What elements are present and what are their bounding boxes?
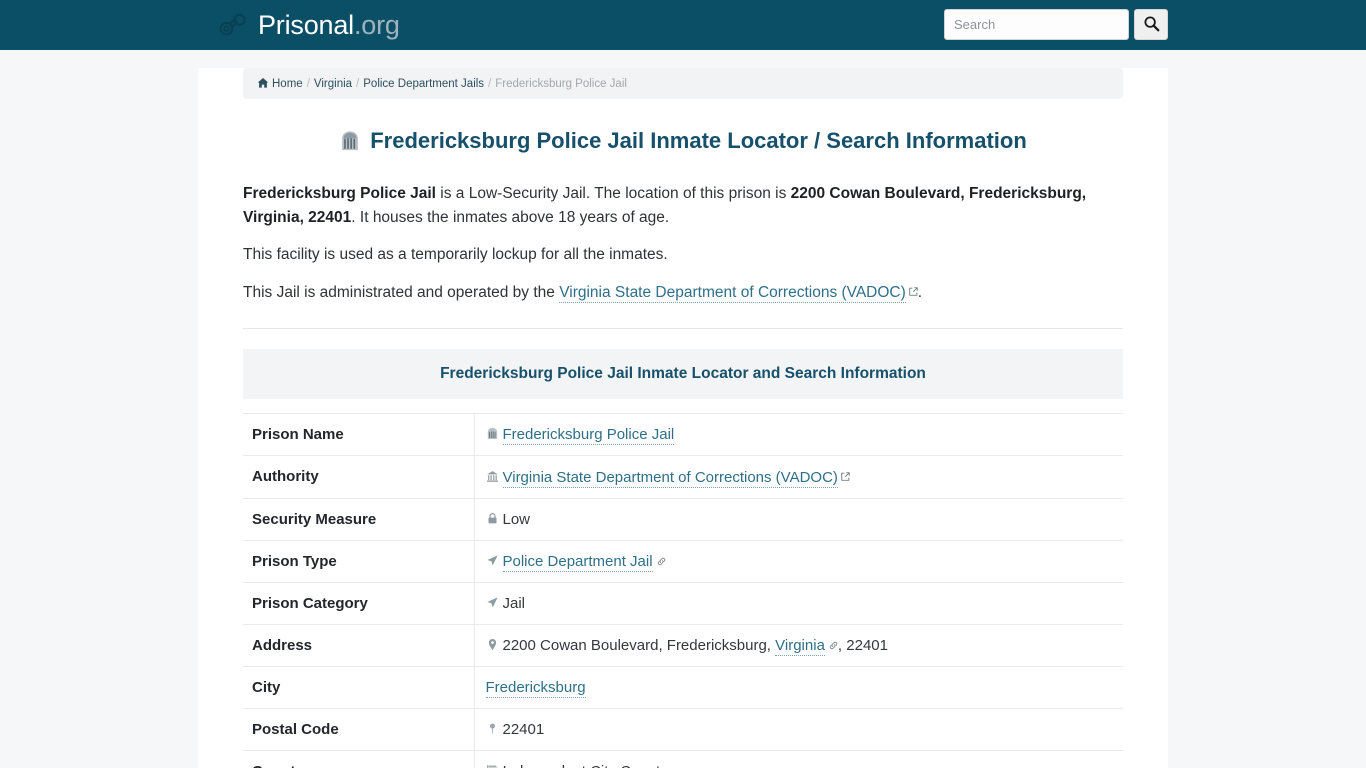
intro-mid-2: . It houses the inmates above 18 years o… xyxy=(351,209,670,227)
row-label: Prison Category xyxy=(243,582,475,625)
search-button[interactable] xyxy=(1134,9,1168,40)
external-link-icon xyxy=(909,280,918,296)
row-label: Authority xyxy=(243,455,475,499)
row-label: County xyxy=(243,750,475,768)
row-value: Jail xyxy=(474,582,1123,624)
prison-type-link[interactable]: Police Department Jail xyxy=(502,552,653,572)
breadcrumb-current: Fredericksburg Police Jail xyxy=(495,77,627,90)
row-value: Low xyxy=(474,498,1123,540)
intro-copy: Fredericksburg Police Jail is a Low-Secu… xyxy=(243,182,1123,306)
intro-paragraph: Fredericksburg Police Jail is a Low-Secu… xyxy=(243,182,1123,232)
breadcrumb-home-label: Home xyxy=(272,78,303,90)
brand-name: Prisonal xyxy=(258,9,354,40)
lockup-paragraph: This facility is used as a temporarily l… xyxy=(243,246,668,264)
location-arrow-icon xyxy=(486,554,499,567)
address-suffix: , 22401 xyxy=(837,636,888,654)
intro-mid-1: is a Low-Security Jail. The location of … xyxy=(435,184,791,202)
search-icon xyxy=(1143,15,1160,35)
map-marker-icon xyxy=(486,722,499,735)
table-row: Prison Name Fredericksburg Police Jail xyxy=(243,413,1123,456)
row-value: 2200 Cowan Boulevard, Fredericksburg, Vi… xyxy=(474,624,1123,666)
table-row: Address 2200 Cowan Boulevard, Fredericks… xyxy=(243,624,1123,667)
row-label: Security Measure xyxy=(243,498,475,541)
row-label: City xyxy=(243,666,475,709)
prison-building-icon xyxy=(339,130,361,152)
search-input[interactable] xyxy=(944,9,1129,40)
vadoc-link-label: Virginia State Department of Corrections… xyxy=(559,283,906,301)
page-title: Fredericksburg Police Jail Inmate Locato… xyxy=(243,127,1123,156)
table-row: Prison Type Police Department Jail xyxy=(243,540,1123,583)
section-header: Fredericksburg Police Jail Inmate Locato… xyxy=(243,348,1123,399)
security-measure-value: Low xyxy=(502,510,531,528)
lock-icon xyxy=(486,512,499,525)
table-row: City Fredericksburg xyxy=(243,666,1123,709)
row-value: Virginia State Department of Corrections… xyxy=(474,455,1123,498)
breadcrumb-separator-3: / xyxy=(488,77,492,90)
breadcrumb-category-link[interactable]: Police Department Jails xyxy=(363,78,484,90)
city-link[interactable]: Fredericksburg xyxy=(485,678,586,698)
handcuffs-icon xyxy=(218,10,248,40)
table-row: Postal Code 22401 xyxy=(243,708,1123,751)
row-label: Prison Type xyxy=(243,540,475,583)
table-row: County Independent City County xyxy=(243,750,1123,768)
link-chain-icon xyxy=(657,553,666,566)
flag-icon xyxy=(486,764,499,768)
prison-building-icon xyxy=(486,427,499,440)
row-value: Fredericksburg xyxy=(474,666,1123,708)
site-header: Prisonal.org xyxy=(0,0,1366,50)
prison-info-table: Prison Name Fredericksburg Police Jail A… xyxy=(243,413,1123,768)
site-logo-link[interactable]: Prisonal.org xyxy=(218,10,400,40)
map-pin-icon xyxy=(486,638,499,651)
page-container: Home / Virginia / Police Department Jail… xyxy=(198,68,1168,768)
location-arrow-icon xyxy=(486,596,499,609)
external-link-icon xyxy=(841,468,850,481)
row-label: Prison Name xyxy=(243,413,475,456)
link-chain-icon xyxy=(829,637,838,650)
search-form xyxy=(944,9,1168,40)
prison-name-link[interactable]: Fredericksburg Police Jail xyxy=(502,425,675,445)
intro-facility-name: Fredericksburg Police Jail xyxy=(243,184,436,202)
page-title-text: Fredericksburg Police Jail Inmate Locato… xyxy=(370,128,1027,153)
postal-code-value: 22401 xyxy=(502,720,545,738)
row-value: Police Department Jail xyxy=(474,540,1123,582)
vadoc-link[interactable]: Virginia State Department of Corrections… xyxy=(559,283,906,303)
table-row: Security Measure Low xyxy=(243,498,1123,541)
row-label: Address xyxy=(243,624,475,667)
authority-link[interactable]: Virginia State Department of Corrections… xyxy=(502,468,838,488)
home-icon xyxy=(257,77,269,89)
address-prefix: 2200 Cowan Boulevard, Fredericksburg, xyxy=(502,636,776,654)
breadcrumb-home-link[interactable]: Home xyxy=(257,77,303,90)
breadcrumb: Home / Virginia / Police Department Jail… xyxy=(243,68,1123,99)
breadcrumb-separator-2: / xyxy=(356,77,360,90)
row-value: Independent City County xyxy=(474,750,1123,768)
prison-category-value: Jail xyxy=(502,594,526,612)
row-label: Postal Code xyxy=(243,708,475,751)
table-row: Authority Virginia State Department of C… xyxy=(243,455,1123,499)
brand-tld: .org xyxy=(353,9,400,40)
row-value: 22401 xyxy=(474,708,1123,750)
content-divider xyxy=(243,327,1123,329)
authority-suffix: . xyxy=(917,283,923,301)
authority-prefix: This Jail is administrated and operated … xyxy=(243,283,560,301)
address-state-link[interactable]: Virginia xyxy=(775,636,825,656)
landmark-icon xyxy=(486,470,499,483)
county-value: Independent City County xyxy=(503,763,668,768)
table-row: Prison Category Jail xyxy=(243,582,1123,625)
row-value: Fredericksburg Police Jail xyxy=(474,413,1123,455)
authority-paragraph: This Jail is administrated and operated … xyxy=(243,280,1123,306)
breadcrumb-separator-1: / xyxy=(306,77,310,90)
breadcrumb-state-link[interactable]: Virginia xyxy=(314,78,352,90)
